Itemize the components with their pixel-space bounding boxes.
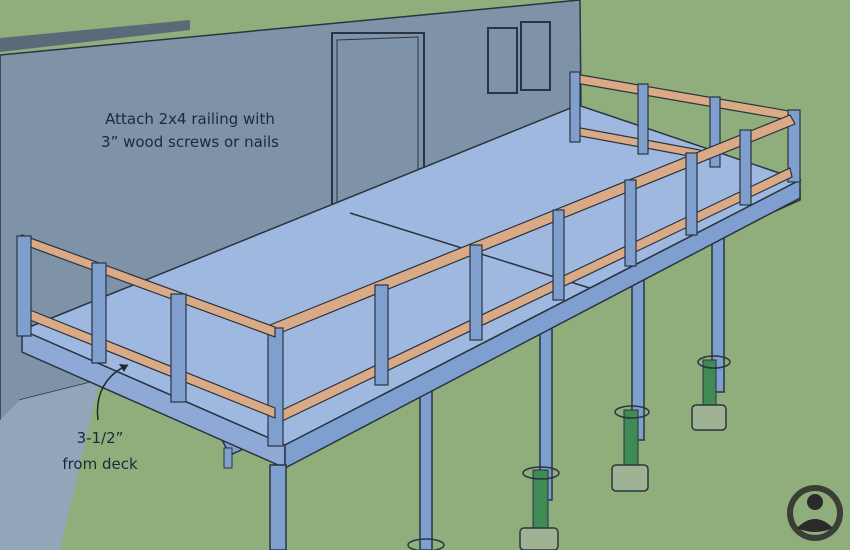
window-left <box>487 27 518 94</box>
concrete-footing <box>519 527 559 550</box>
railing-post <box>637 83 649 155</box>
window-right <box>520 21 551 91</box>
railing-post <box>91 262 107 364</box>
support-post <box>419 384 433 550</box>
support-post <box>223 447 233 469</box>
railing-post <box>552 209 565 301</box>
railing-post <box>16 235 32 337</box>
railing-post <box>170 293 187 403</box>
railing-post <box>469 244 483 341</box>
railing-post <box>685 152 698 236</box>
railing-instruction-line1: Attach 2x4 railing with <box>105 110 275 128</box>
railing-instruction-line2: 3” wood screws or nails <box>101 133 279 152</box>
offset-line1: 3-1/2” <box>76 429 124 447</box>
railing-post <box>739 129 752 206</box>
railing-instruction-callout: Attach 2x4 railing with 3” wood screws o… <box>80 108 300 155</box>
railing-post <box>624 179 637 267</box>
mascot-logo <box>787 485 843 541</box>
concrete-footing <box>611 464 649 492</box>
footing-pier <box>623 409 639 471</box>
railing-post <box>267 327 284 447</box>
concrete-footing <box>691 404 727 431</box>
railing-post <box>569 71 581 143</box>
offset-line2: from deck <box>62 454 138 473</box>
footing-pier <box>532 469 549 536</box>
support-post <box>269 464 287 550</box>
offset-callout: 3-1/2” from deck <box>40 426 160 477</box>
railing-post <box>374 284 389 386</box>
